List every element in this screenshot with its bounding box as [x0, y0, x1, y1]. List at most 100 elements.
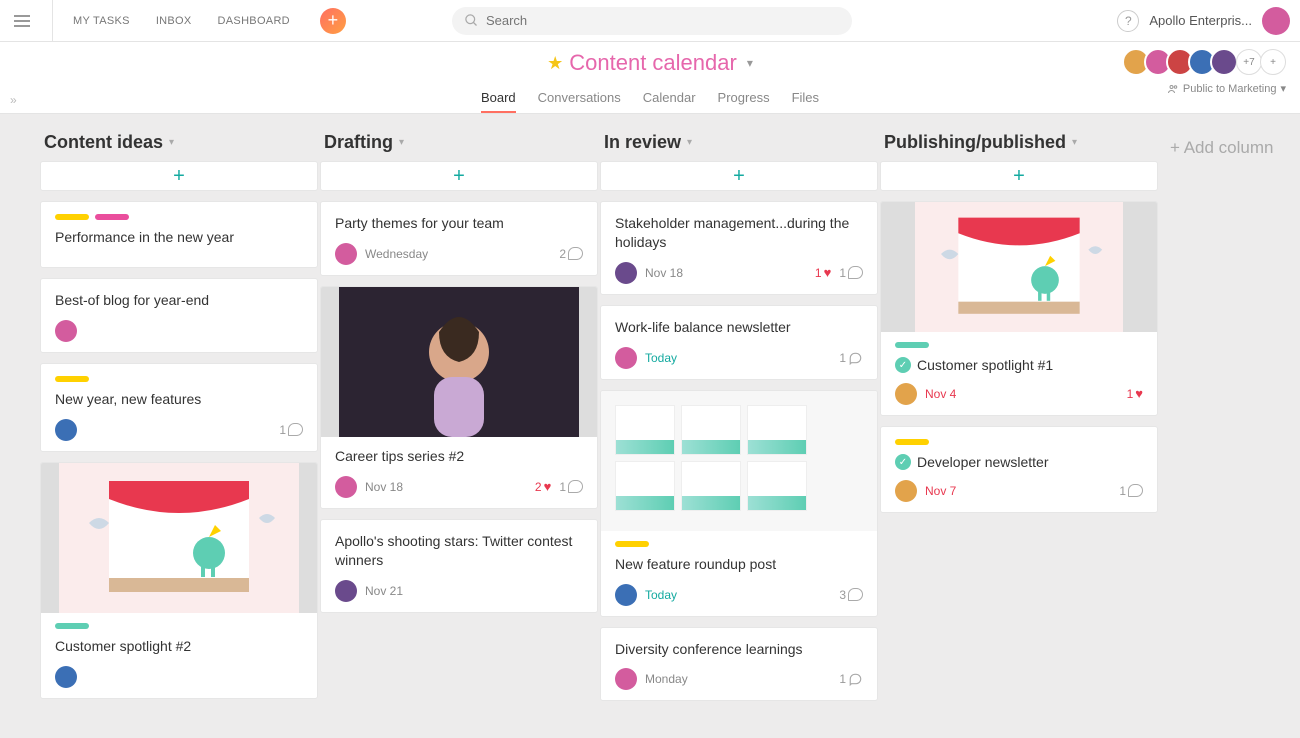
card-meta: Monday1 [615, 668, 863, 690]
card-meta [55, 320, 303, 342]
project-header: ★ Content calendar ▾ Board Conversations… [0, 42, 1300, 114]
card-cover-image [41, 463, 317, 613]
comment-count[interactable]: 3 [839, 588, 863, 602]
comment-count[interactable]: 1 [839, 351, 863, 365]
card-title: Diversity conference learnings [615, 640, 863, 659]
member-overflow[interactable]: +7 [1236, 49, 1262, 75]
assignee-avatar[interactable] [335, 580, 357, 602]
star-icon[interactable]: ★ [547, 53, 563, 74]
add-card-button[interactable]: + [880, 161, 1158, 191]
card-title: Customer spotlight #1 [917, 356, 1053, 375]
assignee-avatar[interactable] [615, 262, 637, 284]
card-title: New feature roundup post [615, 555, 863, 574]
nav-my-tasks[interactable]: MY TASKS [63, 15, 140, 27]
assignee-avatar[interactable] [615, 347, 637, 369]
comment-count[interactable]: 1 [279, 423, 303, 437]
board-column: Drafting▾ + Party themes for your teamWe… [320, 132, 598, 738]
expand-sidebar-icon[interactable]: » [10, 93, 17, 107]
task-card[interactable]: Stakeholder management...during the holi… [600, 201, 878, 295]
comment-count[interactable]: 1 [559, 480, 583, 494]
assignee-avatar[interactable] [55, 320, 77, 342]
project-menu-caret[interactable]: ▾ [747, 56, 753, 70]
card-meta: Today 3 [615, 584, 863, 606]
assignee-avatar[interactable] [615, 584, 637, 606]
project-title[interactable]: Content calendar [569, 50, 737, 76]
assignee-avatar[interactable] [335, 476, 357, 498]
project-privacy[interactable]: Public to Marketing ▾ [1167, 82, 1286, 95]
task-card[interactable]: New feature roundup post Today 3 [600, 390, 878, 617]
card-tags [615, 541, 863, 547]
column-header[interactable]: Publishing/published▾ [880, 132, 1158, 161]
tab-progress[interactable]: Progress [718, 84, 770, 113]
tab-calendar[interactable]: Calendar [643, 84, 696, 113]
task-card[interactable]: Best-of blog for year-end [40, 278, 318, 353]
task-card[interactable]: Apollo's shooting stars: Twitter contest… [320, 519, 598, 613]
column-header[interactable]: Drafting▾ [320, 132, 598, 161]
member-avatar[interactable] [1210, 48, 1238, 76]
privacy-label: Public to Marketing [1183, 83, 1277, 95]
separator [52, 0, 53, 42]
assignee-avatar[interactable] [615, 668, 637, 690]
like-count[interactable]: 2♥ [535, 479, 551, 494]
card-cover-image [881, 202, 1157, 332]
assignee-avatar[interactable] [55, 419, 77, 441]
task-card[interactable]: New year, new features1 [40, 363, 318, 452]
assignee-avatar[interactable] [55, 666, 77, 688]
column-header[interactable]: Content ideas▾ [40, 132, 318, 161]
topbar: MY TASKS INBOX DASHBOARD + ? Apollo Ente… [0, 0, 1300, 42]
card-meta: 1 [55, 419, 303, 441]
add-member-button[interactable]: + [1260, 49, 1286, 75]
like-count[interactable]: 1♥ [815, 265, 831, 280]
quick-add-button[interactable]: + [320, 8, 346, 34]
chevron-down-icon: ▾ [1280, 82, 1286, 95]
add-card-button[interactable]: + [600, 161, 878, 191]
card-meta: Wednesday 2 [335, 243, 583, 265]
search-icon [464, 13, 479, 33]
chevron-down-icon: ▾ [687, 137, 692, 148]
tab-board[interactable]: Board [481, 84, 516, 113]
column-header[interactable]: In review ▾ [600, 132, 878, 161]
due-date: Today [645, 588, 677, 602]
comment-count[interactable]: 2 [559, 247, 583, 261]
tab-conversations[interactable]: Conversations [538, 84, 621, 113]
task-card[interactable]: Performance in the new year [40, 201, 318, 268]
nav-dashboard[interactable]: DASHBOARD [208, 15, 300, 27]
assignee-avatar[interactable] [895, 480, 917, 502]
add-card-button[interactable]: + [320, 161, 598, 191]
search-input[interactable] [452, 7, 852, 35]
menu-icon[interactable] [14, 11, 34, 31]
task-card[interactable]: Customer spotlight #2 [40, 462, 318, 699]
comment-count[interactable]: 1 [839, 266, 863, 280]
comment-count[interactable]: 1 [1119, 484, 1143, 498]
comment-count[interactable]: 1 [839, 672, 863, 686]
card-tags [55, 623, 303, 629]
chevron-down-icon: ▾ [399, 137, 404, 148]
add-column-button[interactable]: + Add column [1170, 138, 1300, 158]
card-meta: Nov 182♥1 [335, 476, 583, 498]
assignee-avatar[interactable] [335, 243, 357, 265]
task-card[interactable]: Career tips series #2Nov 182♥1 [320, 286, 598, 509]
chevron-down-icon: ▾ [1072, 137, 1077, 148]
tag-pill [615, 541, 649, 547]
task-card[interactable]: Diversity conference learnings Monday1 [600, 627, 878, 702]
user-avatar[interactable] [1262, 7, 1290, 35]
like-count[interactable]: 1♥ [1127, 386, 1143, 401]
due-date: Nov 7 [925, 484, 956, 498]
task-card[interactable]: Work-life balance newsletterToday1 [600, 305, 878, 380]
column-title: In review [604, 132, 681, 153]
add-card-button[interactable]: + [40, 161, 318, 191]
card-cover-image [601, 391, 877, 531]
task-card[interactable]: ✓Developer newsletterNov 71 [880, 426, 1158, 513]
task-card[interactable]: ✓Customer spotlight #1Nov 41♥ [880, 201, 1158, 416]
workspace-switcher[interactable]: Apollo Enterpris... [1149, 13, 1252, 28]
card-meta: Today1 [615, 347, 863, 369]
search-field[interactable] [452, 7, 852, 35]
due-date: Wednesday [365, 247, 428, 261]
nav-inbox[interactable]: INBOX [146, 15, 202, 27]
assignee-avatar[interactable] [895, 383, 917, 405]
help-button[interactable]: ? [1117, 10, 1139, 32]
due-date: Nov 4 [925, 387, 956, 401]
board-column: In review ▾ + Stakeholder management...du… [600, 132, 878, 738]
task-card[interactable]: Party themes for your teamWednesday2 [320, 201, 598, 276]
tab-files[interactable]: Files [792, 84, 819, 113]
